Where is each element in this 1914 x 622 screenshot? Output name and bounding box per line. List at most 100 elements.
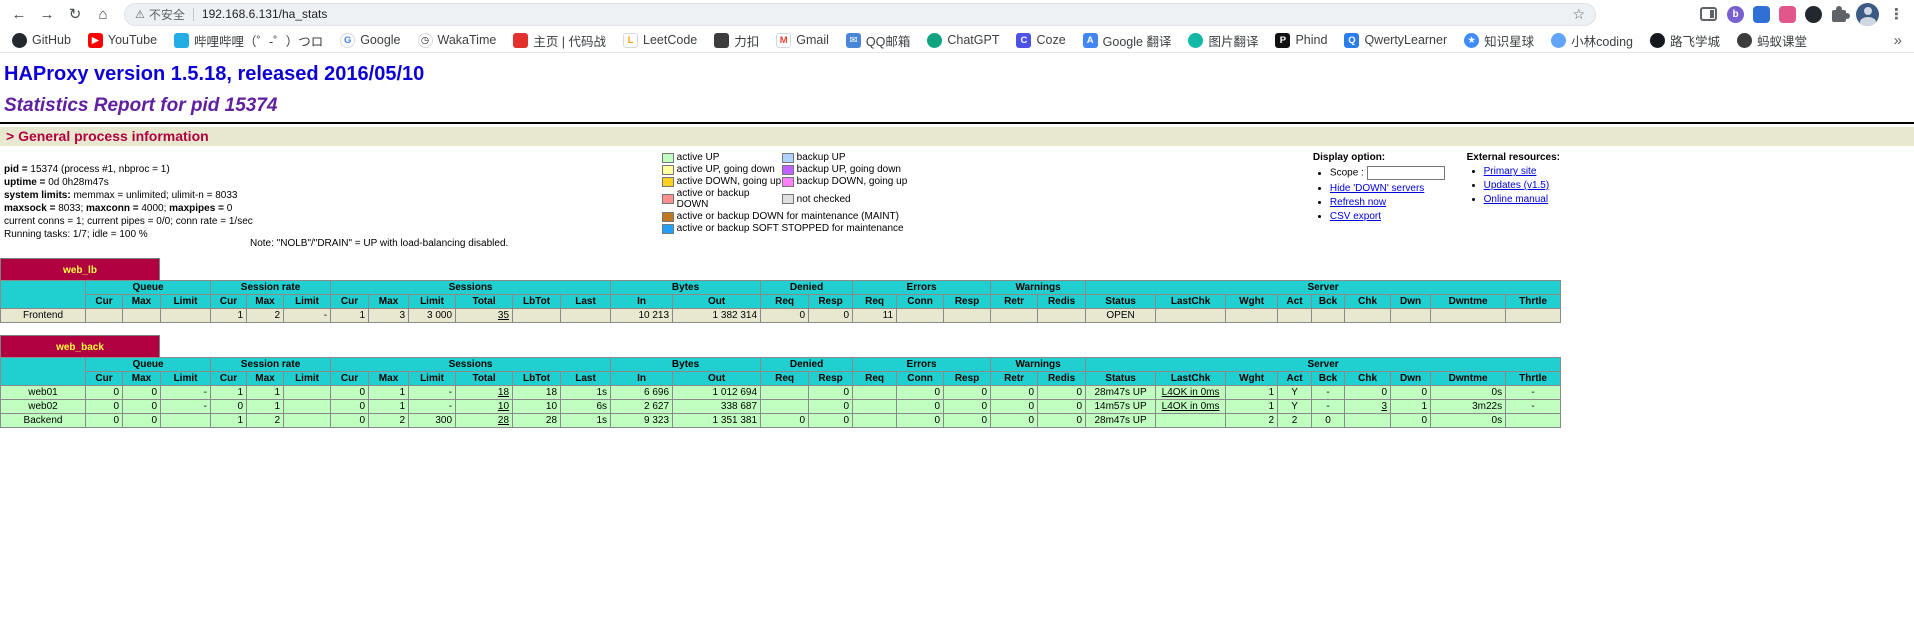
extension-blue-icon[interactable] — [1753, 6, 1770, 23]
column-header-sess-limit: Limit — [409, 295, 456, 309]
proxy-name-link[interactable]: web_lb — [63, 265, 97, 276]
cell-err-conn — [897, 309, 944, 323]
column-header-queue-limit: Limit — [161, 295, 211, 309]
column-header-rate-max: Max — [247, 295, 284, 309]
bookmark-phind[interactable]: PPhind — [1275, 33, 1327, 48]
extension-purple-icon[interactable]: b — [1727, 6, 1744, 23]
column-header-sess-total: Total — [456, 295, 513, 309]
column-header-sess-cur: Cur — [331, 295, 369, 309]
bookmark-gmail[interactable]: MGmail — [776, 33, 829, 48]
cell-sess-total[interactable]: 10 — [456, 400, 513, 414]
legend-item: active UP, going down — [662, 164, 782, 175]
bookmark-label: 蚂蚁课堂 — [1757, 31, 1807, 50]
bookmark-google[interactable]: GGoogle — [340, 33, 400, 48]
process-info-line: Running tasks: 1/7; idle = 100 % — [4, 228, 256, 241]
legend-label: active or backup SOFT STOPPED for mainte… — [677, 223, 904, 234]
column-header-sess-last: Last — [561, 295, 611, 309]
cell-sess-limit: 300 — [409, 414, 456, 428]
image-translate-favicon-icon — [1188, 33, 1203, 48]
bookmark-github[interactable]: GitHub — [12, 33, 71, 48]
external-resource-link-2[interactable]: Online manual — [1484, 194, 1548, 205]
external-resource-link-1[interactable]: Updates (v1.5) — [1484, 180, 1550, 191]
bookmark-image-translate[interactable]: 图片翻译 — [1188, 31, 1258, 50]
column-header-bytes-out: Out — [673, 295, 761, 309]
reload-button[interactable]: ↻ — [62, 1, 88, 27]
column-header-bck: Bck — [1312, 295, 1345, 309]
proxy-title-bar: web_back — [0, 335, 160, 357]
profile-avatar[interactable] — [1856, 3, 1879, 26]
cell-chk[interactable]: 3 — [1345, 400, 1391, 414]
home-button[interactable]: ⌂ — [90, 1, 116, 27]
address-bar[interactable]: ⚠ 不安全 192.168.6.131/ha_stats ☆ — [124, 3, 1596, 26]
bookmark-likou[interactable]: 力扣 — [714, 31, 759, 50]
cell-lastchk[interactable]: L4OK in 0ms — [1156, 400, 1226, 414]
extension-icons: b — [1727, 6, 1822, 23]
column-header-rate-cur: Cur — [211, 295, 247, 309]
external-resource-link-0[interactable]: Primary site — [1484, 166, 1537, 177]
column-group-server: Server — [1086, 281, 1561, 295]
cell-warn-retr: 0 — [991, 386, 1038, 400]
legend-label: not checked — [797, 194, 851, 205]
row-frontend: Frontend12-133 0003510 2131 382 3140011O… — [1, 309, 1561, 323]
cell-sess-total[interactable]: 18 — [456, 386, 513, 400]
display-option-link-1[interactable]: Refresh now — [1330, 197, 1386, 208]
cell-sess-total[interactable]: 35 — [456, 309, 513, 323]
cell-lastchk[interactable]: L4OK in 0ms — [1156, 386, 1226, 400]
cell-sess-total[interactable]: 28 — [456, 414, 513, 428]
status-legend: active UPbackup UPactive UP, going downb… — [256, 150, 1313, 249]
legend-item: backup UP, going down — [782, 164, 901, 175]
stats-table-web_lb: QueueSession rateSessionsBytesDeniedErro… — [0, 280, 1561, 323]
process-info-section: pid = 15374 (process #1, nbproc = 1)upti… — [4, 150, 1560, 249]
cell-act — [1278, 309, 1312, 323]
bookmark-xiaolin-coding[interactable]: 小林coding — [1551, 31, 1633, 50]
scope-input[interactable] — [1367, 166, 1445, 180]
column-header-lastchk: LastChk — [1156, 372, 1226, 386]
bookmark-label: Coze — [1036, 33, 1065, 47]
column-header-status: Status — [1086, 295, 1156, 309]
bookmark-zhishixingqiu[interactable]: ★知识星球 — [1464, 31, 1534, 50]
bookmark-lufei-xuecheng[interactable]: 路飞学城 — [1650, 31, 1720, 50]
back-button[interactable]: ← — [6, 1, 32, 27]
wakatime-favicon-icon: ◷ — [418, 33, 433, 48]
cell-act: Y — [1278, 400, 1312, 414]
bookmark-youtube[interactable]: ▶YouTube — [88, 33, 157, 48]
column-header-sess-cur: Cur — [331, 372, 369, 386]
column-group-errors: Errors — [853, 281, 991, 295]
cell-queue-cur — [86, 309, 123, 323]
extension-pink-icon[interactable] — [1779, 6, 1796, 23]
forward-button[interactable]: → — [34, 1, 60, 27]
bookmark-homepage-daimazhan[interactable]: 主页 | 代码战 — [513, 31, 606, 50]
column-header-queue-cur: Cur — [86, 372, 123, 386]
bookmark-mayi-ketang[interactable]: 蚂蚁课堂 — [1737, 31, 1807, 50]
bookmark-wakatime[interactable]: ◷WakaTime — [418, 33, 497, 48]
cell-rate-max: 2 — [247, 414, 284, 428]
column-header-thrtle: Thrtle — [1506, 372, 1561, 386]
bookmarks-overflow-icon[interactable]: » — [1894, 32, 1902, 49]
column-header-denied-req: Req — [761, 295, 809, 309]
bookmark-qq-mail[interactable]: ✉QQ邮箱 — [846, 31, 910, 50]
extension-qq-icon[interactable] — [1805, 6, 1822, 23]
process-info-line: system limits: memmax = unlimited; ulimi… — [4, 189, 256, 202]
cell-denied-req — [761, 400, 809, 414]
process-info-line: pid = 15374 (process #1, nbproc = 1) — [4, 163, 256, 176]
proxy-name-link[interactable]: web_back — [56, 342, 104, 353]
bookmark-qwerty-learner[interactable]: QQwertyLearner — [1344, 33, 1447, 48]
cell-queue-limit — [161, 309, 211, 323]
page-title[interactable]: HAProxy version 1.5.18, released 2016/05… — [4, 63, 424, 86]
bookmark-google-translate[interactable]: AGoogle 翻译 — [1083, 31, 1172, 50]
bookmark-star-icon[interactable]: ☆ — [1572, 6, 1585, 23]
bookmark-coze[interactable]: CCoze — [1016, 33, 1065, 48]
divider — [0, 122, 1914, 124]
extensions-puzzle-icon[interactable] — [1832, 10, 1846, 22]
display-option-link-2[interactable]: CSV export — [1330, 211, 1381, 222]
proxy-title-bar: web_lb — [0, 258, 160, 280]
side-panel-icon[interactable] — [1700, 7, 1717, 21]
browser-menu-icon[interactable]: ⋮ — [1889, 5, 1904, 23]
display-option-link-0[interactable]: Hide 'DOWN' servers — [1330, 183, 1424, 194]
bookmark-leetcode[interactable]: LLeetCode — [623, 33, 697, 48]
column-header-bytes-in: In — [611, 295, 673, 309]
bookmark-chatgpt[interactable]: ChatGPT — [927, 33, 999, 48]
bookmark-label: 路飞学城 — [1670, 31, 1720, 50]
cell-chk — [1345, 414, 1391, 428]
bookmark-bilibili[interactable]: 哔哩哔哩（゜-゜）つロ — [174, 31, 323, 50]
